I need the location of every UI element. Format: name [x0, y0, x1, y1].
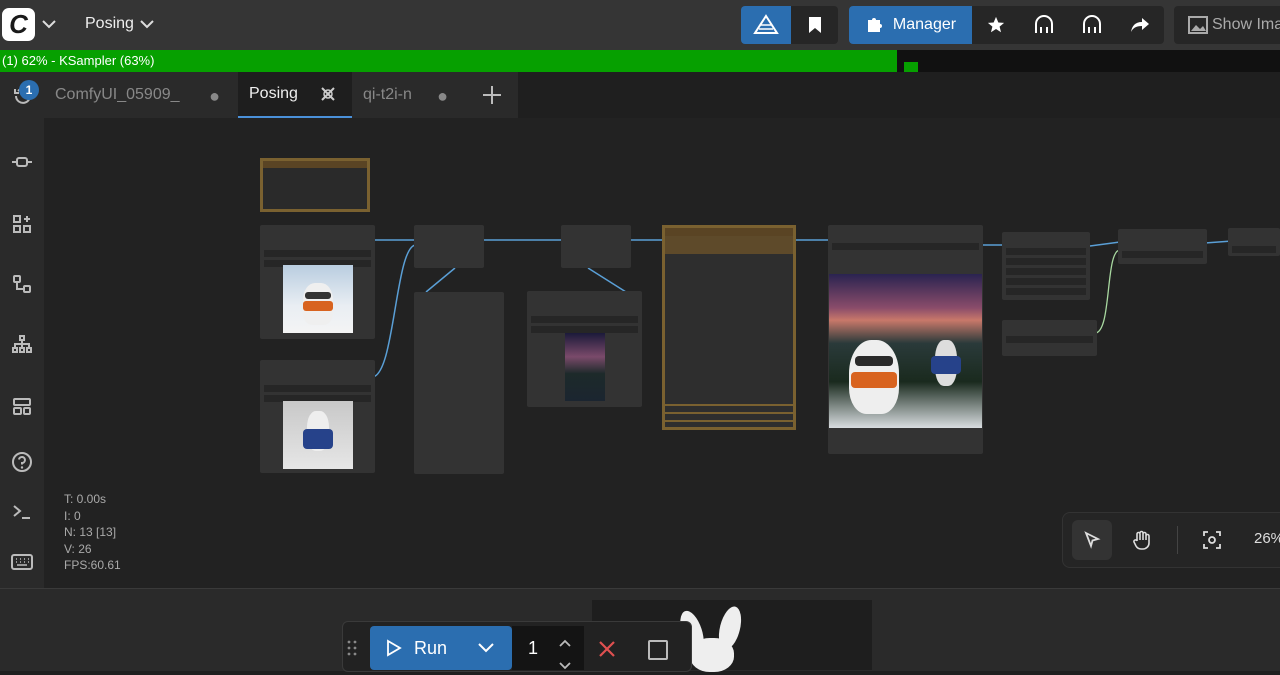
stat-vertices: V: 26 [64, 541, 92, 556]
save-image-node[interactable] [828, 225, 983, 454]
drag-handle-icon[interactable] [347, 640, 357, 659]
batch-count-value: 1 [528, 637, 539, 658]
focus-icon [1203, 531, 1221, 549]
stat-i: I: 0 [64, 508, 81, 523]
divider [1177, 526, 1178, 554]
stat-nodes: N: 13 [13] [64, 525, 117, 540]
output-node[interactable] [1118, 229, 1207, 264]
stat-time: T: 0.00s [64, 492, 107, 506]
pointer-icon [1084, 531, 1101, 549]
chevron-down-icon[interactable] [477, 642, 495, 654]
close-icon [599, 641, 615, 657]
pan-mode-button[interactable] [1122, 520, 1162, 560]
render-stats: T: 0.00s I: 0 N: 13 [13] V: 26 FPS:60.61 [64, 491, 121, 574]
stop-square-icon[interactable] [648, 640, 668, 660]
batch-count-input[interactable]: 1 [512, 626, 584, 670]
generated-image-preview [829, 274, 982, 428]
processing-node[interactable] [561, 225, 631, 268]
select-mode-button[interactable] [1072, 520, 1112, 560]
group-node[interactable] [260, 158, 370, 212]
stat-fps: FPS:60.61 [64, 558, 121, 573]
stepper-up-icon[interactable] [558, 632, 572, 653]
ksampler-group-node[interactable] [662, 225, 796, 430]
text-node[interactable] [1002, 232, 1090, 300]
stepper-down-icon[interactable] [558, 654, 572, 675]
text-node[interactable] [1002, 320, 1097, 356]
load-image-node[interactable] [260, 225, 375, 339]
load-image-node[interactable] [260, 360, 375, 473]
image-preview [565, 333, 605, 401]
fit-view-button[interactable] [1192, 520, 1232, 560]
cancel-run-button[interactable] [592, 634, 622, 664]
image-preview [283, 401, 353, 469]
preview-image-node[interactable] [527, 291, 642, 407]
run-button[interactable]: Run [370, 626, 512, 670]
processing-node[interactable] [414, 225, 484, 268]
output-node[interactable] [1228, 228, 1280, 256]
hand-icon [1133, 530, 1150, 550]
run-label: Run [414, 637, 448, 658]
processing-node[interactable] [414, 292, 504, 474]
play-icon [387, 639, 402, 657]
image-preview [283, 265, 353, 333]
zoom-level[interactable]: 26% [1254, 530, 1280, 547]
